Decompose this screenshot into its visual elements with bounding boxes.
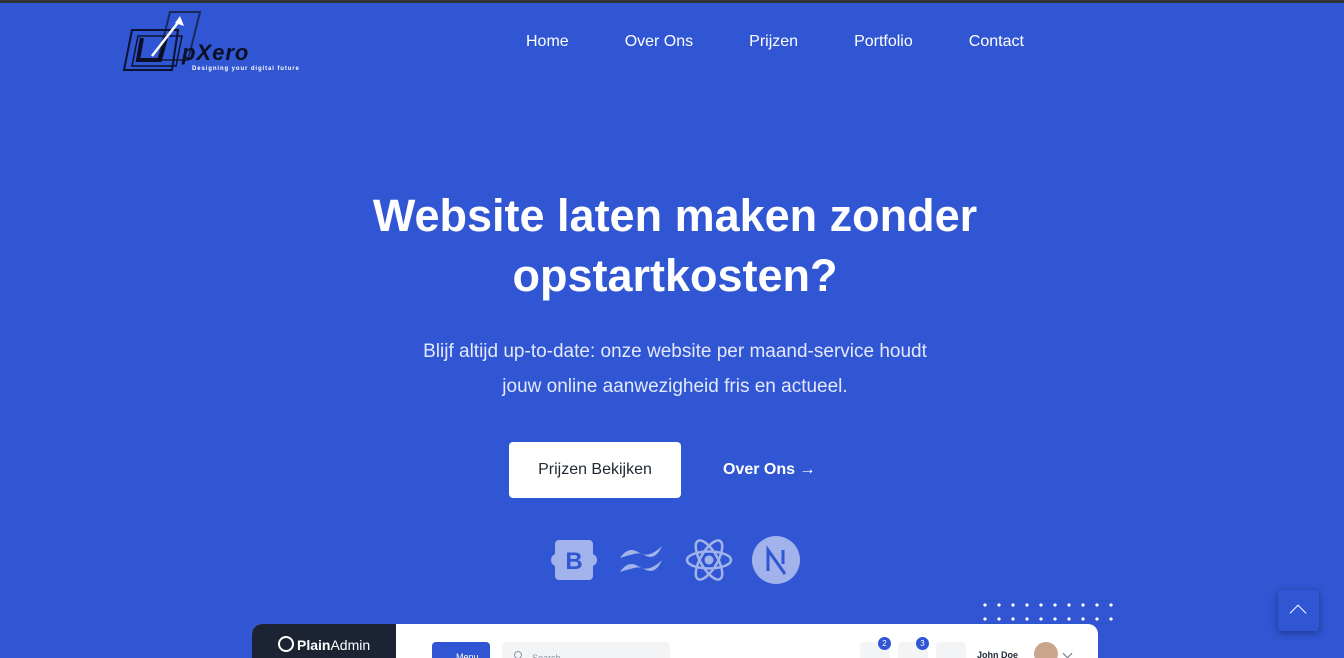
hero-title: Website laten maken zonder opstartkosten…	[300, 186, 1050, 306]
chevron-down-icon	[1062, 648, 1073, 658]
logo-tagline: Designing your digital future	[192, 66, 300, 72]
main-nav: Home Over Ons Prijzen Portfolio Contact	[526, 32, 1024, 52]
chevron-up-icon	[1289, 604, 1307, 622]
avatar	[1034, 642, 1058, 658]
nav-home[interactable]: Home	[526, 32, 569, 52]
preview-brand-light: Admin	[330, 637, 371, 653]
bootstrap-icon: B	[549, 536, 599, 584]
preview-brand: PlainAdmin	[297, 637, 370, 653]
dashboard-preview: PlainAdmin Menu Search 2 3 John Doe	[252, 624, 1098, 658]
preview-brand-bold: Plain	[297, 637, 331, 653]
hero-subtitle: Blijf altijd up-to-date: onze website pe…	[360, 334, 990, 404]
preview-menu-button: Menu	[432, 642, 490, 658]
nav-portfolio[interactable]: Portfolio	[854, 32, 913, 52]
nextjs-icon	[751, 536, 801, 584]
tailwind-icon	[616, 536, 666, 584]
svg-text:B: B	[565, 548, 582, 575]
preview-user-name: John Doe	[977, 650, 1019, 658]
view-prices-button[interactable]: Prijzen Bekijken	[509, 442, 681, 498]
nav-prijzen[interactable]: Prijzen	[749, 32, 798, 52]
preview-sidebar: PlainAdmin	[252, 624, 396, 658]
message-badge: 3	[916, 637, 929, 650]
hero-title-line-2: opstartkosten?	[512, 250, 838, 301]
plainadmin-logo-icon	[278, 636, 294, 652]
preview-search-input: Search	[502, 642, 670, 658]
react-icon	[684, 536, 734, 584]
nav-contact[interactable]: Contact	[969, 32, 1024, 52]
hero-subtitle-line-1: Blijf altijd up-to-date: onze website pe…	[423, 341, 927, 362]
back-to-top-button[interactable]	[1278, 590, 1319, 631]
top-border	[0, 0, 1344, 3]
svg-text:pXero: pXero	[181, 40, 249, 65]
nav-over-ons[interactable]: Over Ons	[625, 32, 693, 52]
hero-title-line-1: Website laten maken zonder	[372, 190, 978, 241]
hero-subtitle-line-2: jouw online aanwezigheid fris en actueel…	[502, 376, 848, 397]
about-us-link[interactable]: Over Ons →	[723, 460, 815, 480]
filter-icon	[936, 642, 966, 658]
notification-badge: 2	[878, 637, 891, 650]
site-logo[interactable]: pXero Designing your digital future	[122, 10, 318, 76]
search-icon	[514, 651, 522, 658]
